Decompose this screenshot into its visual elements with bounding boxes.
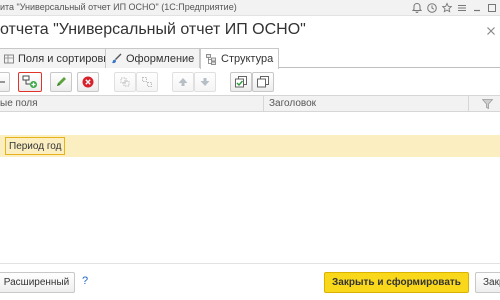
pencil-icon [57,77,66,86]
delete-button[interactable] [77,72,99,92]
column-divider[interactable] [263,96,264,112]
check-all-icon [234,76,247,88]
delete-icon [82,76,94,88]
column-divider[interactable] [468,96,469,112]
check-all-button[interactable] [230,72,252,92]
bell-icon[interactable] [411,2,423,14]
tab-fields-sorting[interactable]: Поля и сортировки [0,48,121,68]
menu-icon[interactable] [456,2,468,14]
close-button[interactable]: Закр [475,272,500,293]
field-cell[interactable]: Период год [5,137,66,155]
arrow-down-icon [200,78,210,86]
window-controls [411,0,500,16]
table-row[interactable]: Период год [0,135,500,157]
add-grouping-icon [22,75,37,88]
star-icon[interactable] [441,2,453,14]
group-icon [120,77,130,87]
window-title: ита "Универсальный отчет ИП ОСНО" (1С:Пр… [0,2,237,12]
maximize-icon[interactable] [486,2,498,14]
toolbar-button-partial[interactable] [0,72,10,92]
tab-label: Структура [221,53,274,65]
edit-button[interactable] [50,72,72,92]
structure-icon [206,53,216,65]
ungroup-icon [142,77,152,87]
brush-icon [111,53,122,64]
filter-icon[interactable] [482,99,493,109]
tab-label: Поля и сортировки [18,52,115,65]
move-up-button[interactable] [172,72,194,92]
arrow-icon [0,81,5,83]
tab-structure[interactable]: Структура [200,48,280,69]
tab-appearance[interactable]: Оформление [105,48,201,68]
close-and-generate-button[interactable]: Закрыть и сформировать [324,272,469,293]
help-link[interactable]: ? [82,275,88,287]
arrow-up-icon [178,78,188,86]
tab-label: Оформление [126,52,195,65]
minimize-icon[interactable] [471,2,483,14]
tab-bar: Поля и сортировки Оформление Структура [0,48,500,69]
group-button[interactable] [114,72,136,92]
fields-sorting-icon [4,54,14,63]
uncheck-all-icon [256,76,269,88]
structure-toolbar [0,72,500,92]
form-title: отчета "Универсальный отчет ИП ОСНО" [0,21,306,38]
window-title-bar: ита "Универсальный отчет ИП ОСНО" (1С:Пр… [0,0,500,16]
footer-divider [0,263,500,264]
uncheck-all-button[interactable] [252,72,274,92]
advanced-mode-button[interactable]: Расширенный [0,272,75,293]
add-grouping-button[interactable] [18,72,42,92]
table-header: ые поля Заголовок [0,95,500,112]
column-header-fields[interactable]: ые поля [0,98,38,109]
move-down-button[interactable] [194,72,216,92]
ungroup-button[interactable] [136,72,158,92]
column-header-title[interactable]: Заголовок [269,98,316,109]
close-icon[interactable] [486,26,496,36]
history-icon[interactable] [426,2,438,14]
